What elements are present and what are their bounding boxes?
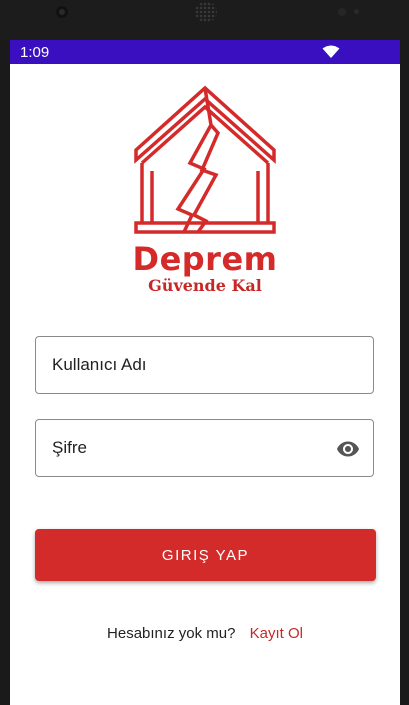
front-camera <box>56 6 68 18</box>
logo-title: Deprem <box>132 240 278 278</box>
password-input[interactable] <box>52 438 312 458</box>
light-sensor <box>354 9 359 14</box>
status-bar: 1:09 <box>10 40 400 64</box>
device-top-bezel <box>0 0 409 40</box>
signup-link[interactable]: Kayıt Ol <box>250 625 303 642</box>
app-screen: 1:09 Deprem Güvende Kal Kullanıcı Adı GI… <box>10 40 400 705</box>
username-input[interactable] <box>52 355 312 375</box>
status-time: 1:09 <box>20 43 50 61</box>
username-field[interactable] <box>35 336 374 394</box>
signup-question: Hesabınız yok mu? <box>107 625 236 642</box>
password-field[interactable] <box>35 419 374 477</box>
earpiece-speaker <box>195 2 217 22</box>
login-button[interactable]: GIRIŞ YAP <box>35 529 376 581</box>
proximity-sensor <box>338 8 346 16</box>
wifi-icon <box>322 45 340 58</box>
signup-row: Hesabınız yok mu? Kayıt Ol <box>10 625 400 642</box>
logo-subtitle: Güvende Kal <box>148 276 262 295</box>
eye-icon[interactable] <box>335 437 361 461</box>
